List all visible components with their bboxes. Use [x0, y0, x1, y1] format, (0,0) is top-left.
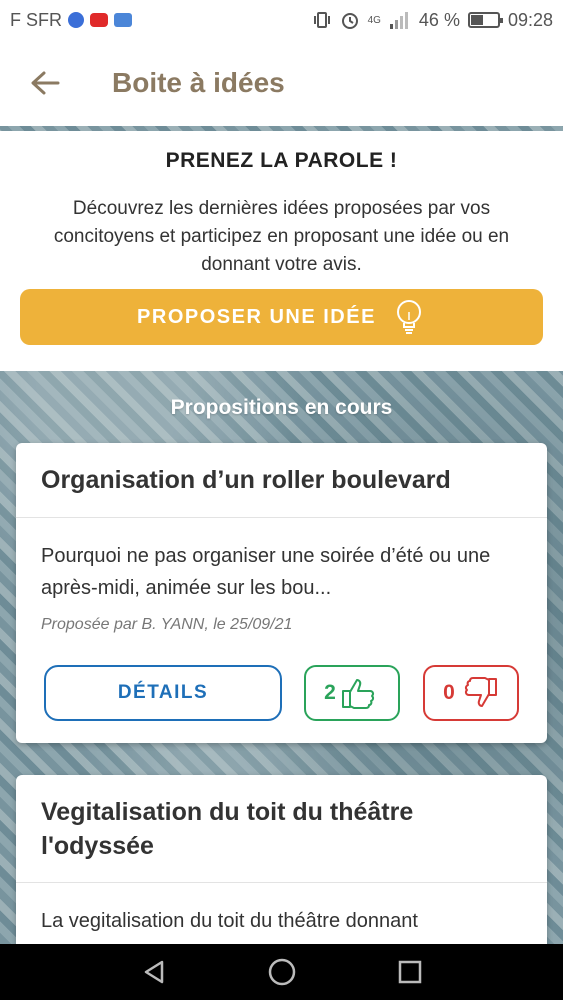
- intro-title: PRENEZ LA PAROLE !: [165, 149, 398, 172]
- like-count: 2: [324, 681, 336, 704]
- thumbs-down-icon: [464, 677, 497, 707]
- recents-nav-icon[interactable]: [396, 958, 424, 986]
- intro-text: Découvrez les dernières idées proposées …: [53, 198, 510, 275]
- facebook-icon: [68, 12, 84, 28]
- propose-idea-button[interactable]: PROPOSER UNE IDÉE: [20, 289, 543, 345]
- details-button[interactable]: DÉTAILS: [44, 665, 282, 721]
- dislike-button[interactable]: 0: [423, 665, 519, 721]
- arrow-left-icon: [31, 71, 60, 95]
- dislike-count: 0: [443, 681, 455, 704]
- vibrate-icon: [313, 12, 330, 28]
- proposal-card: Organisation d’un roller boulevard Pourq…: [16, 443, 547, 743]
- proposal-excerpt: Pourquoi ne pas organiser une soirée d’é…: [41, 545, 491, 599]
- home-nav-icon[interactable]: [267, 957, 297, 987]
- network-label: 4G: [367, 14, 381, 26]
- thumbs-up-icon: [341, 679, 374, 709]
- proposal-card: Vegitalisation du toit du théâtre l'odys…: [16, 775, 547, 965]
- like-button[interactable]: 2: [304, 665, 400, 721]
- battery-percent: 46 %: [418, 9, 460, 30]
- proposal-actions: DÉTAILS 2 0: [16, 665, 547, 721]
- proposal-title: Vegitalisation du toit du théâtre l'odys…: [41, 798, 414, 860]
- clock: 09:28: [507, 9, 553, 30]
- status-bar: F SFR 4G 46 % 09:28: [0, 0, 563, 40]
- app-bar: Boite à idées: [0, 40, 563, 126]
- signal-icon: [389, 12, 408, 29]
- proposal-title: Organisation d’un roller boulevard: [41, 466, 451, 494]
- alarm-icon: [341, 13, 358, 29]
- intro-panel: PRENEZ LA PAROLE ! Découvrez les dernièr…: [0, 131, 563, 371]
- section-title: Propositions en cours: [170, 396, 393, 419]
- propose-idea-label: PROPOSER UNE IDÉE: [137, 305, 376, 328]
- youtube-icon: [90, 13, 108, 27]
- proposal-excerpt: La vegitalisation du toit du théâtre don…: [41, 910, 418, 932]
- notification-icon: [114, 13, 132, 27]
- page-title: Boite à idées: [112, 67, 285, 98]
- navigation-bar: [0, 944, 563, 1000]
- carrier-label: F SFR: [10, 9, 62, 30]
- back-nav-icon[interactable]: [140, 958, 168, 986]
- battery-icon: [467, 12, 503, 28]
- proposal-meta: Proposée par B. YANN, le 25/09/21: [41, 616, 293, 633]
- back-button[interactable]: [0, 40, 90, 126]
- lightbulb-icon: [396, 300, 421, 334]
